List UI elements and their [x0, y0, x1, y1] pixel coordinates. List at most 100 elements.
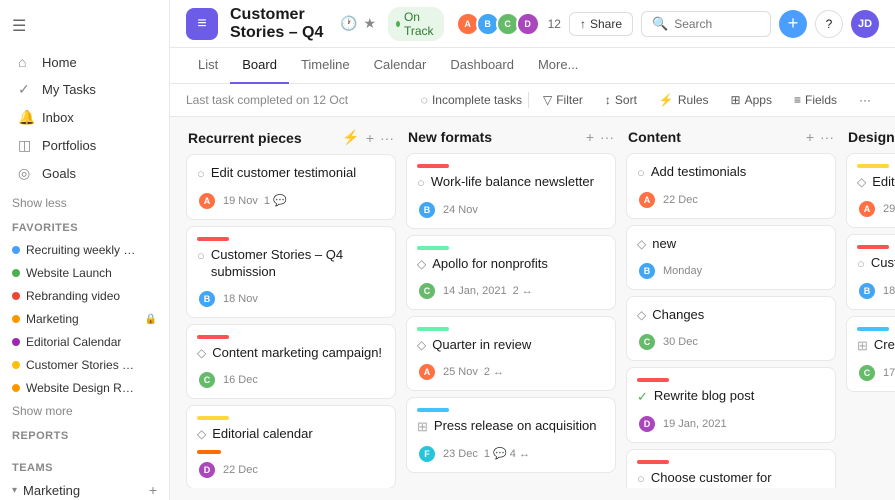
card-tag [637, 460, 669, 464]
show-more-button[interactable]: Show more [0, 400, 169, 422]
card-work-life[interactable]: ○ Work-life balance newsletter B 24 Nov [406, 153, 616, 229]
cards-recurrent: ○ Edit customer testimonial A 19 Nov 1 💬… [186, 154, 396, 488]
card-edit-testimonial[interactable]: ○ Edit customer testimonial A 19 Nov 1 💬 [186, 154, 396, 220]
avatar: C [417, 281, 437, 301]
diamond-icon: ◇ [417, 338, 426, 354]
menu-icon[interactable]: ☰ [12, 16, 26, 36]
card-editorial-calendar[interactable]: ◇ Editorial calendar D 22 Dec [186, 405, 396, 488]
circle-dashed-icon: ◌ [421, 93, 428, 107]
sidebar-item-mytasks[interactable]: ✓ My Tasks [6, 76, 163, 103]
team-marketing[interactable]: ▾ Marketing + [0, 478, 169, 500]
card-meta: B 18 Jan, 2021 [857, 281, 895, 301]
add-card-button[interactable]: + [806, 129, 814, 145]
rules-button[interactable]: ⚡ Rules [651, 90, 717, 110]
card-content-marketing[interactable]: ◇ Content marketing campaign! C 16 Dec [186, 324, 396, 399]
add-card-button[interactable]: + [586, 129, 594, 145]
check-done-icon: ✓ [637, 389, 648, 406]
card-editorial-cale[interactable]: ◇ Editorial cale... A 29 Dec [846, 153, 895, 228]
fav-item-customer-stories[interactable]: Customer Stories – Q4 [0, 354, 169, 376]
card-choose-customer[interactable]: ○ Choose customer for February spotlight… [626, 449, 836, 488]
diamond-icon: ◇ [637, 308, 646, 324]
check-icon: ○ [857, 256, 865, 273]
fav-item-rebranding[interactable]: Rebranding video [0, 285, 169, 307]
grid-icon: ⊞ [857, 338, 868, 355]
star-icon[interactable]: ★ [363, 15, 376, 32]
card-tag [417, 408, 449, 412]
avatar: D [516, 12, 540, 36]
card-rewrite-blog[interactable]: ✓ Rewrite blog post D 19 Jan, 2021 [626, 367, 836, 443]
tab-more[interactable]: More... [526, 48, 590, 84]
reports-section-title: Reports [0, 422, 169, 446]
incomplete-tasks-button[interactable]: ◌ Incomplete tasks [421, 93, 522, 107]
fav-dot [12, 269, 20, 277]
card-customer-stories[interactable]: ○ Customer Stories – Q4 submission B 18 … [186, 226, 396, 318]
check-icon: ○ [637, 165, 645, 182]
help-button[interactable]: ? [815, 10, 843, 38]
grid-icon: ⊞ [417, 419, 428, 436]
user-avatar[interactable]: JD [851, 10, 879, 38]
fav-item-marketing[interactable]: Marketing 🔒 [0, 308, 169, 330]
team-add-icon[interactable]: + [149, 482, 157, 498]
fav-item-recruiting[interactable]: Recruiting weekly mee... [0, 239, 169, 261]
card-new[interactable]: ◇ new B Monday [626, 225, 836, 290]
card-apollo[interactable]: ◇ Apollo for nonprofits C 14 Jan, 2021 2… [406, 235, 616, 310]
avatar: F [417, 444, 437, 464]
teams-section-title: Teams [0, 454, 169, 478]
card-tag-yellow [197, 416, 229, 420]
apps-button[interactable]: ⊞ Apps [723, 90, 780, 110]
card-add-testimonials[interactable]: ○ Add testimonials A 22 Dec [626, 153, 836, 219]
chevron-down-icon: ▾ [12, 485, 17, 496]
show-less-button[interactable]: Show less [0, 192, 169, 214]
card-changes[interactable]: ◇ Changes C 30 Dec [626, 296, 836, 361]
tab-list[interactable]: List [186, 48, 230, 84]
fav-item-website-design[interactable]: Website Design Reque... [0, 377, 169, 399]
card-meta: A 29 Dec [857, 199, 895, 219]
tab-calendar[interactable]: Calendar [362, 48, 439, 84]
card-create-new[interactable]: ⊞ Create new in... C 17 Dec [846, 316, 895, 392]
subnav: List Board Timeline Calendar Dashboard M… [170, 48, 895, 84]
fields-button[interactable]: ≡ Fields [786, 90, 845, 110]
clock-icon[interactable]: 🕐 [340, 15, 357, 32]
tab-dashboard[interactable]: Dashboard [438, 48, 526, 84]
card-meta: B 18 Nov [197, 289, 385, 309]
card-tag [857, 164, 889, 168]
status-badge[interactable]: On Track [388, 7, 444, 41]
avatar: A [197, 191, 217, 211]
column-design: Design + ··· ◇ Editorial cale... A 29 De… [846, 129, 895, 488]
card-meta: C 16 Dec [197, 370, 385, 390]
card-meta: D 19 Jan, 2021 [637, 414, 825, 434]
tab-board[interactable]: Board [230, 48, 289, 84]
main-area: ≡ Customer Stories – Q4 🕐 ★ On Track A B… [170, 0, 895, 500]
card-meta: A 19 Nov 1 💬 [197, 191, 385, 211]
board: Recurrent pieces ⚡ + ··· ○ Edit customer… [170, 117, 895, 500]
avatar: B [197, 289, 217, 309]
share-button[interactable]: ↑ Share [569, 12, 633, 36]
sidebar-item-inbox[interactable]: 🔔 Inbox [6, 104, 163, 131]
column-menu-button[interactable]: ··· [600, 129, 614, 145]
badge: 2 ↔ [513, 285, 533, 297]
column-header-recurrent: Recurrent pieces ⚡ + ··· [186, 129, 396, 154]
add-card-button[interactable]: + [366, 130, 374, 146]
card-quarter-review[interactable]: ◇ Quarter in review A 25 Nov 2 ↔ [406, 316, 616, 391]
card-press-release[interactable]: ⊞ Press release on acquisition F 23 Dec … [406, 397, 616, 473]
fav-item-editorial[interactable]: Editorial Calendar [0, 331, 169, 353]
card-customer-spo[interactable]: ○ Customer spo... B 18 Jan, 2021 [846, 234, 895, 310]
tab-timeline[interactable]: Timeline [289, 48, 362, 84]
fav-dot [12, 315, 20, 323]
sidebar-item-goals[interactable]: ◎ Goals [6, 160, 163, 187]
sidebar-item-portfolios[interactable]: ◫ Portfolios [6, 132, 163, 159]
sort-button[interactable]: ↕ Sort [597, 90, 645, 110]
fav-item-website-launch[interactable]: Website Launch [0, 262, 169, 284]
add-button[interactable]: + [779, 10, 807, 38]
search-input[interactable] [674, 17, 764, 31]
diamond-icon: ◇ [857, 175, 866, 191]
column-menu-button[interactable]: ··· [380, 130, 394, 146]
filter-button[interactable]: ▽ Filter [535, 90, 591, 110]
cards-new-formats: ○ Work-life balance newsletter B 24 Nov … [406, 153, 616, 488]
avatar: B [637, 261, 657, 281]
avatar: D [637, 414, 657, 434]
check-icon: ○ [197, 166, 205, 183]
sidebar-item-home[interactable]: ⌂ Home [6, 49, 163, 75]
column-menu-button[interactable]: ··· [820, 129, 834, 145]
more-options-button[interactable]: ··· [851, 90, 879, 110]
